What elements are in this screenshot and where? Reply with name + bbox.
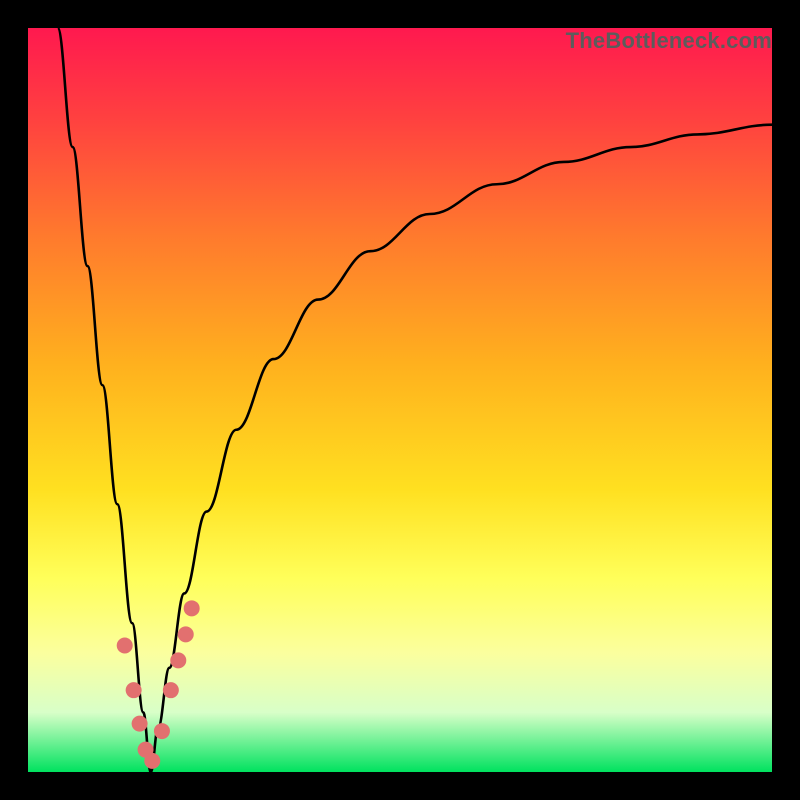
- sample-dot: [178, 626, 194, 642]
- sample-dot: [132, 716, 148, 732]
- sample-dot: [144, 753, 160, 769]
- sample-dot: [117, 638, 133, 654]
- sample-dot: [170, 652, 186, 668]
- sample-dot: [126, 682, 142, 698]
- bottleneck-curve: [58, 28, 772, 772]
- sample-dot: [184, 600, 200, 616]
- sample-dot: [163, 682, 179, 698]
- curve-overlay: [0, 0, 800, 800]
- sample-dot: [154, 723, 170, 739]
